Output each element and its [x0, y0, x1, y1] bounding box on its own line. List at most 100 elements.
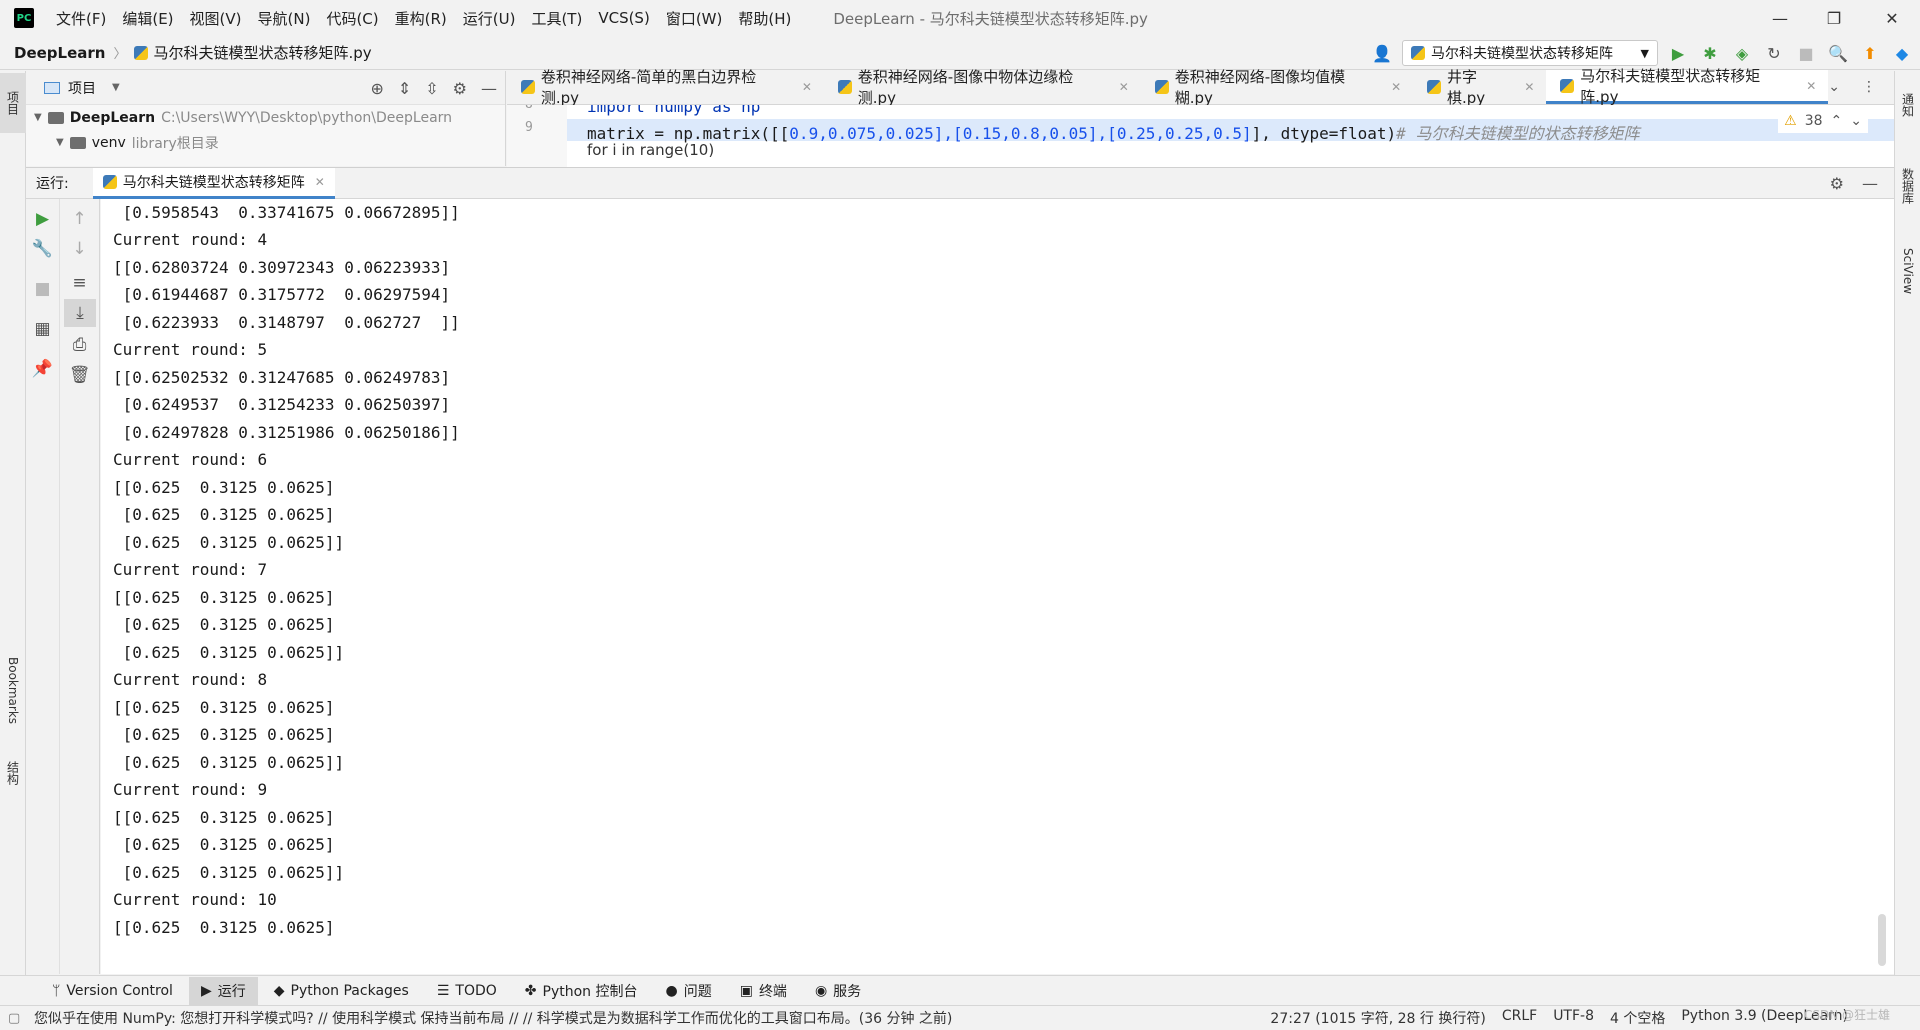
stop-icon[interactable]: ■ — [1794, 41, 1818, 65]
arrow-down-icon[interactable]: ↓ — [60, 235, 99, 263]
scroll-to-end-icon[interactable]: ⤓ — [64, 299, 96, 327]
python-console-icon: ✤ — [524, 982, 537, 999]
close-icon[interactable]: ✕ — [1391, 80, 1401, 94]
console-line: [0.62497828 0.31251986 0.06250186]] — [113, 422, 460, 442]
version-control-button[interactable]: ᛘ Version Control — [40, 977, 185, 1005]
soft-wrap-icon[interactable]: ≡ — [60, 269, 99, 297]
tree-item-venv[interactable]: ▼ venv library根目录 — [26, 130, 505, 155]
run-tab[interactable]: 马尔科夫链模型状态转移矩阵 ✕ — [92, 167, 335, 199]
line-number: 9 — [525, 120, 533, 135]
terminal-button[interactable]: ▣ 终端 — [728, 977, 799, 1005]
services-button[interactable]: ◉ 服务 — [803, 977, 873, 1005]
tab-list-chevron-icon[interactable]: ⌄ — [1828, 79, 1840, 95]
debug-icon[interactable]: ✱ — [1698, 41, 1722, 65]
rerun-icon[interactable]: ▶ — [26, 205, 59, 233]
close-window-button[interactable]: ✕ — [1864, 0, 1920, 36]
coverage-icon[interactable]: ◈ — [1730, 41, 1754, 65]
more-options-icon[interactable]: ⋮ — [1862, 79, 1876, 95]
update-icon[interactable]: ⬆ — [1858, 41, 1882, 65]
jetbrains-icon[interactable]: ◆ — [1890, 41, 1914, 65]
menu-refactor[interactable]: 重构(R) — [387, 8, 455, 29]
restore-button[interactable]: ❐ — [1806, 0, 1862, 36]
search-icon[interactable]: 🔍 — [1826, 41, 1850, 65]
layout-icon[interactable]: ▦ — [26, 315, 59, 343]
tab-label: 井字棋.py — [1447, 68, 1486, 107]
close-icon[interactable]: ✕ — [1806, 79, 1816, 93]
code-editor[interactable]: 8 9 import numpy as np matrix = np.matri… — [507, 105, 1894, 167]
menu-view[interactable]: 视图(V) — [182, 8, 250, 29]
bookmarks-tool-button[interactable]: Bookmarks — [0, 646, 26, 736]
collapse-all-icon[interactable]: ⇳ — [425, 79, 438, 98]
structure-tool-button[interactable]: 结构 — [0, 743, 26, 803]
menu-help[interactable]: 帮助(H) — [730, 8, 799, 29]
chevron-down-icon[interactable]: ▼ — [112, 82, 120, 93]
status-message[interactable]: 您似乎在使用 NumPy: 您想打开科学模式吗? // 使用科学模式 保持当前布… — [34, 1008, 952, 1028]
problems-icon: ● — [665, 982, 678, 999]
menu-code[interactable]: 代码(C) — [318, 8, 386, 29]
trash-icon[interactable]: 🗑 — [60, 361, 99, 389]
menu-file[interactable]: 文件(F) — [48, 8, 114, 29]
chevron-up-icon[interactable]: ⌃ — [1831, 113, 1843, 129]
project-tool-button[interactable]: 项目 — [0, 73, 26, 133]
project-panel-title[interactable]: 项目 — [68, 78, 96, 98]
hide-icon[interactable]: — — [1862, 174, 1878, 193]
chevron-down-icon: ▼ — [56, 137, 64, 148]
run-tool-button[interactable]: ▶ 运行 — [188, 976, 258, 1005]
gear-icon[interactable]: ⚙ — [453, 79, 467, 98]
database-tool-button[interactable]: 数据库 — [1895, 151, 1920, 221]
indent-setting[interactable]: 4 个空格 — [1610, 1008, 1665, 1028]
menu-run[interactable]: 运行(U) — [455, 8, 524, 29]
tab-markov-matrix[interactable]: 马尔科夫链模型状态转移矩阵.py ✕ — [1546, 67, 1829, 106]
close-icon[interactable]: ✕ — [1524, 80, 1534, 94]
minimize-button[interactable]: — — [1752, 0, 1808, 36]
chevron-down-icon[interactable]: ⌄ — [1850, 113, 1862, 129]
file-encoding[interactable]: UTF-8 — [1553, 1008, 1594, 1028]
menu-window[interactable]: 窗口(W) — [658, 8, 731, 29]
close-icon[interactable]: ✕ — [315, 175, 325, 189]
python-packages-button[interactable]: ◆ Python Packages — [262, 977, 421, 1005]
tab-object-edge[interactable]: 卷积神经网络-图像中物体边缘检测.py ✕ — [824, 68, 1141, 107]
caret-position[interactable]: 27:27 (1015 字符, 28 行 换行符) — [1270, 1008, 1485, 1028]
console-line: [0.6249537 0.31254233 0.06250397] — [113, 395, 451, 414]
python-console-button[interactable]: ✤ Python 控制台 — [513, 977, 650, 1005]
line-separator[interactable]: CRLF — [1502, 1008, 1537, 1028]
user-icon[interactable]: 👤 — [1370, 41, 1394, 65]
tree-item-deeplearn[interactable]: ▼ DeepLearn C:\Users\WYY\Desktop\python\… — [26, 105, 505, 130]
close-icon[interactable]: ✕ — [1119, 80, 1129, 94]
breadcrumb-project[interactable]: DeepLearn — [14, 44, 105, 62]
pin-icon[interactable]: 📌 — [26, 355, 59, 383]
run-console[interactable]: [0.56426262 0.36825403 0.06748335] [0.59… — [101, 199, 1894, 974]
inspection-widget[interactable]: ⚠ 38 ⌃ ⌄ — [1778, 109, 1868, 133]
sciview-tool-button[interactable]: SciView — [1895, 231, 1920, 311]
menu-vcs[interactable]: VCS(S) — [590, 9, 657, 27]
menu-navigate[interactable]: 导航(N) — [250, 8, 319, 29]
wrench-icon[interactable]: 🔧 — [26, 235, 59, 263]
problems-button[interactable]: ● 问题 — [653, 977, 723, 1005]
console-scrollbar[interactable] — [1878, 914, 1886, 966]
gear-icon[interactable]: ⚙ — [1830, 174, 1844, 193]
arrow-up-icon[interactable]: ↑ — [60, 205, 99, 233]
notifications-tool-button[interactable]: 通知 — [1895, 75, 1920, 135]
close-icon[interactable]: ✕ — [802, 80, 812, 94]
locate-icon[interactable]: ⊕ — [370, 79, 383, 98]
print-icon[interactable]: ⎙ — [60, 331, 99, 359]
run-icon[interactable]: ▶ — [1666, 41, 1690, 65]
run-configuration-select[interactable]: 马尔科夫链模型状态转移矩阵 ▼ — [1402, 40, 1658, 66]
todo-button[interactable]: ☰ TODO — [425, 977, 509, 1005]
tab-tic-tac-toe[interactable]: 井字棋.py ✕ — [1413, 68, 1546, 107]
menu-tools[interactable]: 工具(T) — [523, 8, 590, 29]
status-square-icon[interactable]: ▢ — [8, 1011, 20, 1026]
stop-icon[interactable]: ■ — [26, 275, 59, 303]
tab-label: 卷积神经网络-图像均值模糊.py — [1174, 68, 1346, 107]
expand-all-icon[interactable]: ⇕ — [398, 79, 411, 98]
python-file-icon — [1154, 80, 1169, 94]
console-line: [0.625 0.3125 0.0625] — [113, 505, 335, 524]
profile-icon[interactable]: ↻ — [1762, 41, 1786, 65]
tab-mean-blur[interactable]: 卷积神经网络-图像均值模糊.py ✕ — [1141, 68, 1413, 107]
menu-edit[interactable]: 编辑(E) — [114, 8, 181, 29]
play-icon: ▶ — [200, 982, 212, 999]
breadcrumb-file[interactable]: 马尔科夫链模型状态转移矩阵.py — [134, 42, 372, 63]
folder-icon — [69, 136, 86, 149]
hide-icon[interactable]: — — [481, 79, 497, 98]
tab-black-white-edge[interactable]: 卷积神经网络-简单的黑白边界检测.py ✕ — [507, 68, 824, 107]
